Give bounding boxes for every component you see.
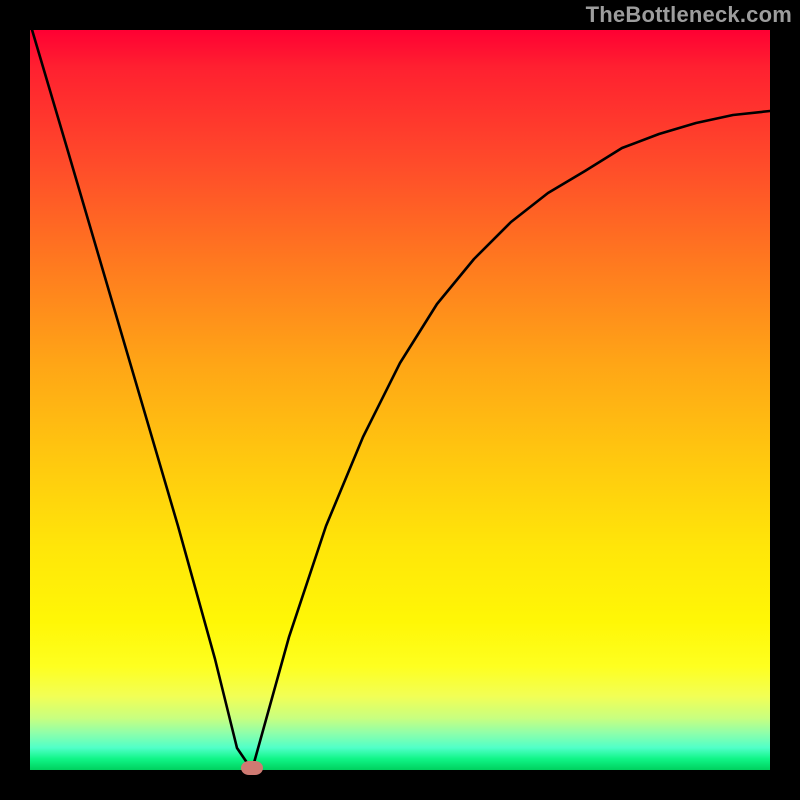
optimum-marker (241, 761, 263, 775)
watermark-text: TheBottleneck.com (586, 2, 792, 28)
chart-frame: TheBottleneck.com (0, 0, 800, 800)
plot-area (30, 30, 770, 770)
bottleneck-curve (30, 30, 770, 770)
curve-path (30, 30, 770, 770)
